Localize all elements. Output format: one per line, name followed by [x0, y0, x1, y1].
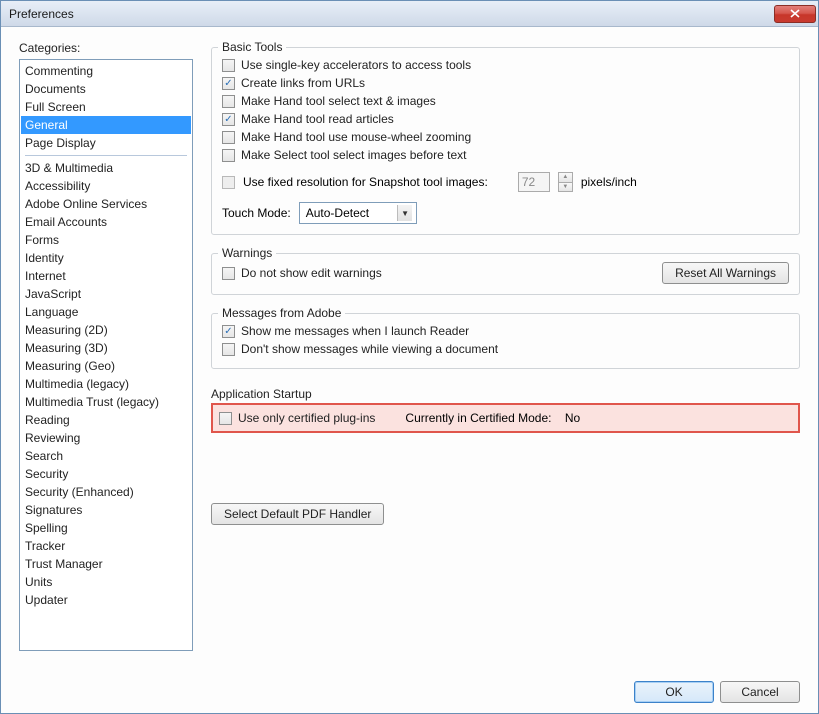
- categories-label: Categories:: [19, 41, 193, 55]
- option-label: Create links from URLs: [241, 76, 365, 90]
- category-item[interactable]: Signatures: [21, 501, 191, 519]
- spinner-up-icon: ▲: [559, 173, 572, 183]
- category-item[interactable]: Accessibility: [21, 177, 191, 195]
- checkbox[interactable]: ✓: [222, 77, 235, 90]
- group-warnings: Warnings Do not show edit warnings Reset…: [211, 253, 800, 295]
- snapshot-unit: pixels/inch: [581, 175, 637, 189]
- certified-mode-value: No: [565, 411, 580, 425]
- option-label: Make Hand tool select text & images: [241, 94, 436, 108]
- category-item[interactable]: Documents: [21, 80, 191, 98]
- snapshot-checkbox[interactable]: [222, 176, 235, 189]
- footer: OK Cancel: [1, 671, 818, 713]
- category-item[interactable]: Forms: [21, 231, 191, 249]
- checkbox[interactable]: [222, 149, 235, 162]
- category-item[interactable]: 3D & Multimedia: [21, 159, 191, 177]
- certified-plugins-highlight: Use only certified plug-ins Currently in…: [211, 403, 800, 433]
- categories-list[interactable]: CommentingDocumentsFull ScreenGeneralPag…: [19, 59, 193, 651]
- category-item[interactable]: General: [21, 116, 191, 134]
- warnings-checkbox[interactable]: [222, 267, 235, 280]
- group-app-startup: Application Startup Use only certified p…: [211, 387, 800, 525]
- category-item[interactable]: Internet: [21, 267, 191, 285]
- category-item[interactable]: Email Accounts: [21, 213, 191, 231]
- warnings-opt-label: Do not show edit warnings: [241, 266, 382, 280]
- category-item[interactable]: Tracker: [21, 537, 191, 555]
- messages-option: ✓ Show me messages when I launch Reader: [222, 322, 789, 340]
- category-item[interactable]: Reading: [21, 411, 191, 429]
- category-item[interactable]: Units: [21, 573, 191, 591]
- basic-tools-option: Make Hand tool use mouse-wheel zooming: [222, 128, 789, 146]
- category-item[interactable]: Multimedia Trust (legacy): [21, 393, 191, 411]
- category-item[interactable]: Identity: [21, 249, 191, 267]
- category-item[interactable]: Commenting: [21, 62, 191, 80]
- basic-tools-option: ✓ Create links from URLs: [222, 74, 789, 92]
- select-default-pdf-handler-button[interactable]: Select Default PDF Handler: [211, 503, 384, 525]
- category-item[interactable]: Security (Enhanced): [21, 483, 191, 501]
- basic-tools-option: ✓ Make Hand tool read articles: [222, 110, 789, 128]
- category-item[interactable]: Full Screen: [21, 98, 191, 116]
- snapshot-value-input: [518, 172, 550, 192]
- group-title-warnings: Warnings: [218, 246, 276, 260]
- snapshot-row: Use fixed resolution for Snapshot tool i…: [222, 172, 789, 192]
- snapshot-spinner: ▲ ▼: [558, 172, 573, 192]
- spinner-down-icon: ▼: [559, 183, 572, 192]
- option-label: Make Hand tool use mouse-wheel zooming: [241, 130, 471, 144]
- category-item[interactable]: Spelling: [21, 519, 191, 537]
- category-item[interactable]: Security: [21, 465, 191, 483]
- certified-plugins-label: Use only certified plug-ins: [238, 411, 375, 425]
- categories-panel: Categories: CommentingDocumentsFull Scre…: [19, 41, 193, 661]
- category-item[interactable]: Multimedia (legacy): [21, 375, 191, 393]
- touch-mode-combo[interactable]: Auto-Detect ▼: [299, 202, 417, 224]
- checkbox[interactable]: ✓: [222, 113, 235, 126]
- touch-mode-value: Auto-Detect: [306, 206, 369, 220]
- reset-warnings-button[interactable]: Reset All Warnings: [662, 262, 789, 284]
- basic-tools-option: Use single-key accelerators to access to…: [222, 56, 789, 74]
- option-label: Make Hand tool read articles: [241, 112, 394, 126]
- checkbox[interactable]: [222, 95, 235, 108]
- category-item[interactable]: JavaScript: [21, 285, 191, 303]
- window-title: Preferences: [9, 7, 774, 21]
- touch-mode-label: Touch Mode:: [222, 206, 291, 220]
- category-item[interactable]: Trust Manager: [21, 555, 191, 573]
- certified-mode-label: Currently in Certified Mode:: [405, 411, 551, 425]
- checkbox[interactable]: [222, 131, 235, 144]
- chevron-down-icon: ▼: [397, 205, 412, 221]
- cancel-button[interactable]: Cancel: [720, 681, 800, 703]
- content-area: Categories: CommentingDocumentsFull Scre…: [1, 27, 818, 671]
- category-item[interactable]: Adobe Online Services: [21, 195, 191, 213]
- certified-plugins-checkbox[interactable]: [219, 412, 232, 425]
- category-separator: [25, 155, 187, 156]
- basic-tools-option: Make Hand tool select text & images: [222, 92, 789, 110]
- category-item[interactable]: Measuring (3D): [21, 339, 191, 357]
- messages-option: Don't show messages while viewing a docu…: [222, 340, 789, 358]
- ok-button[interactable]: OK: [634, 681, 714, 703]
- option-label: Make Select tool select images before te…: [241, 148, 466, 162]
- category-item[interactable]: Search: [21, 447, 191, 465]
- category-item[interactable]: Measuring (Geo): [21, 357, 191, 375]
- snapshot-label: Use fixed resolution for Snapshot tool i…: [243, 175, 488, 189]
- close-icon: [790, 9, 800, 18]
- settings-panel: Basic Tools Use single-key accelerators …: [211, 41, 800, 661]
- checkbox[interactable]: [222, 343, 235, 356]
- checkbox[interactable]: ✓: [222, 325, 235, 338]
- touch-mode-row: Touch Mode: Auto-Detect ▼: [222, 202, 789, 224]
- category-item[interactable]: Language: [21, 303, 191, 321]
- titlebar: Preferences: [1, 1, 818, 27]
- option-label: Don't show messages while viewing a docu…: [241, 342, 498, 356]
- category-item[interactable]: Page Display: [21, 134, 191, 152]
- option-label: Use single-key accelerators to access to…: [241, 58, 471, 72]
- group-basic-tools: Basic Tools Use single-key accelerators …: [211, 47, 800, 235]
- category-item[interactable]: Measuring (2D): [21, 321, 191, 339]
- preferences-window: Preferences Categories: CommentingDocume…: [0, 0, 819, 714]
- checkbox[interactable]: [222, 59, 235, 72]
- basic-tools-option: Make Select tool select images before te…: [222, 146, 789, 164]
- group-title-messages: Messages from Adobe: [218, 306, 345, 320]
- category-item[interactable]: Updater: [21, 591, 191, 609]
- option-label: Show me messages when I launch Reader: [241, 324, 469, 338]
- category-item[interactable]: Reviewing: [21, 429, 191, 447]
- close-button[interactable]: [774, 5, 816, 23]
- group-title-basic-tools: Basic Tools: [218, 40, 286, 54]
- group-title-app-startup: Application Startup: [211, 387, 312, 401]
- group-messages: Messages from Adobe ✓Show me messages wh…: [211, 313, 800, 369]
